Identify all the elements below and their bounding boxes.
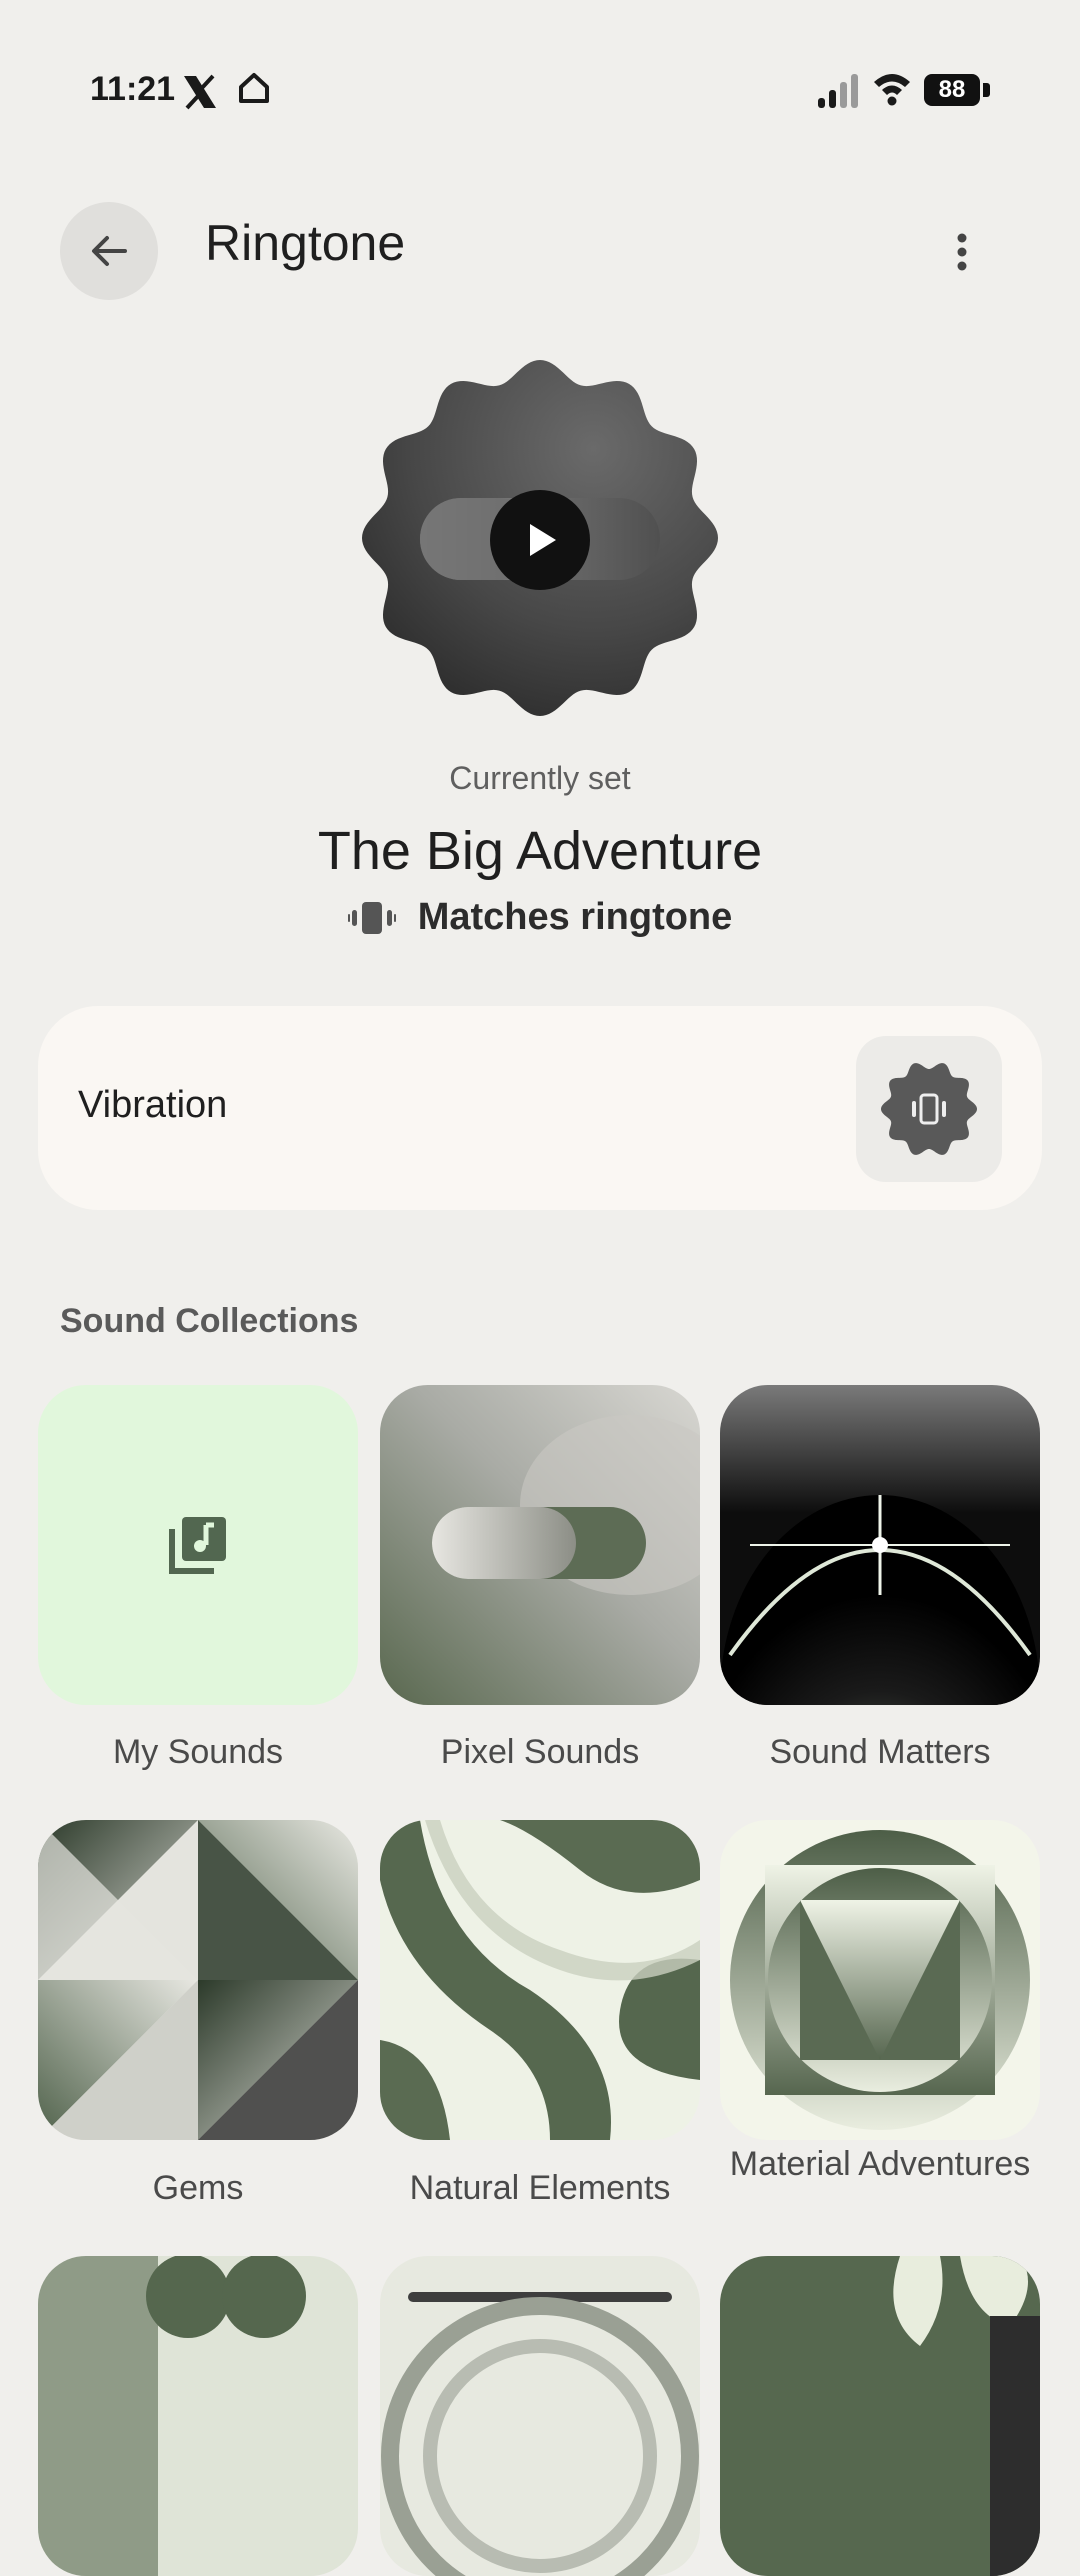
gems-tile[interactable]	[38, 1820, 358, 2140]
signal-icon	[818, 74, 858, 108]
material-adventures-label: Material Adventures	[729, 2145, 1031, 2183]
vibration-match-text: Matches ringtone	[417, 896, 733, 938]
battery-level: 88	[924, 74, 980, 106]
play-button[interactable]	[490, 490, 590, 590]
vibration-scallop-icon	[881, 1063, 977, 1155]
material-adventures-tile[interactable]	[720, 1820, 1040, 2140]
wifi-icon	[874, 74, 910, 106]
vibration-icon	[347, 901, 396, 934]
vibration-match: Matches ringtone	[0, 896, 1080, 939]
section-title: Sound Collections	[60, 1302, 359, 1340]
natural-elements-label: Natural Elements	[409, 2169, 671, 2207]
x-app-icon	[184, 74, 216, 110]
play-icon	[530, 524, 556, 556]
my-sounds-tile[interactable]	[38, 1385, 358, 1705]
gems-label: Gems	[152, 2169, 244, 2207]
page-title: Ringtone	[205, 215, 406, 271]
pixel-sounds-label: Pixel Sounds	[440, 1733, 640, 1771]
music-library-icon	[169, 1517, 226, 1574]
arrow-back-icon	[92, 236, 127, 266]
more-options-button[interactable]	[930, 220, 994, 284]
home-icon	[239, 73, 269, 103]
vibration-card[interactable]: Vibration	[38, 1006, 1042, 1210]
battery-icon: 88	[924, 74, 992, 108]
vibration-settings-button[interactable]	[856, 1036, 1002, 1182]
my-sounds-label: My Sounds	[112, 1733, 284, 1771]
sound-matters-label: Sound Matters	[769, 1733, 991, 1771]
currently-set-label: Currently set	[449, 760, 631, 796]
back-button[interactable]	[60, 202, 158, 300]
status-bar: 11:21 88	[0, 0, 1080, 180]
collection-tile-9[interactable]	[720, 2256, 1040, 2576]
natural-elements-tile[interactable]	[380, 1820, 700, 2140]
sound-matters-tile[interactable]	[720, 1385, 1040, 1705]
collection-tile-8[interactable]	[380, 2256, 700, 2576]
more-vert-icon	[957, 233, 967, 271]
ringtone-name: The Big Adventure	[317, 821, 763, 881]
pixel-sounds-tile[interactable]	[380, 1385, 700, 1705]
status-time: 11:21	[90, 70, 176, 108]
vibration-label: Vibration	[78, 1084, 228, 1126]
collection-tile-7[interactable]	[38, 2256, 358, 2576]
